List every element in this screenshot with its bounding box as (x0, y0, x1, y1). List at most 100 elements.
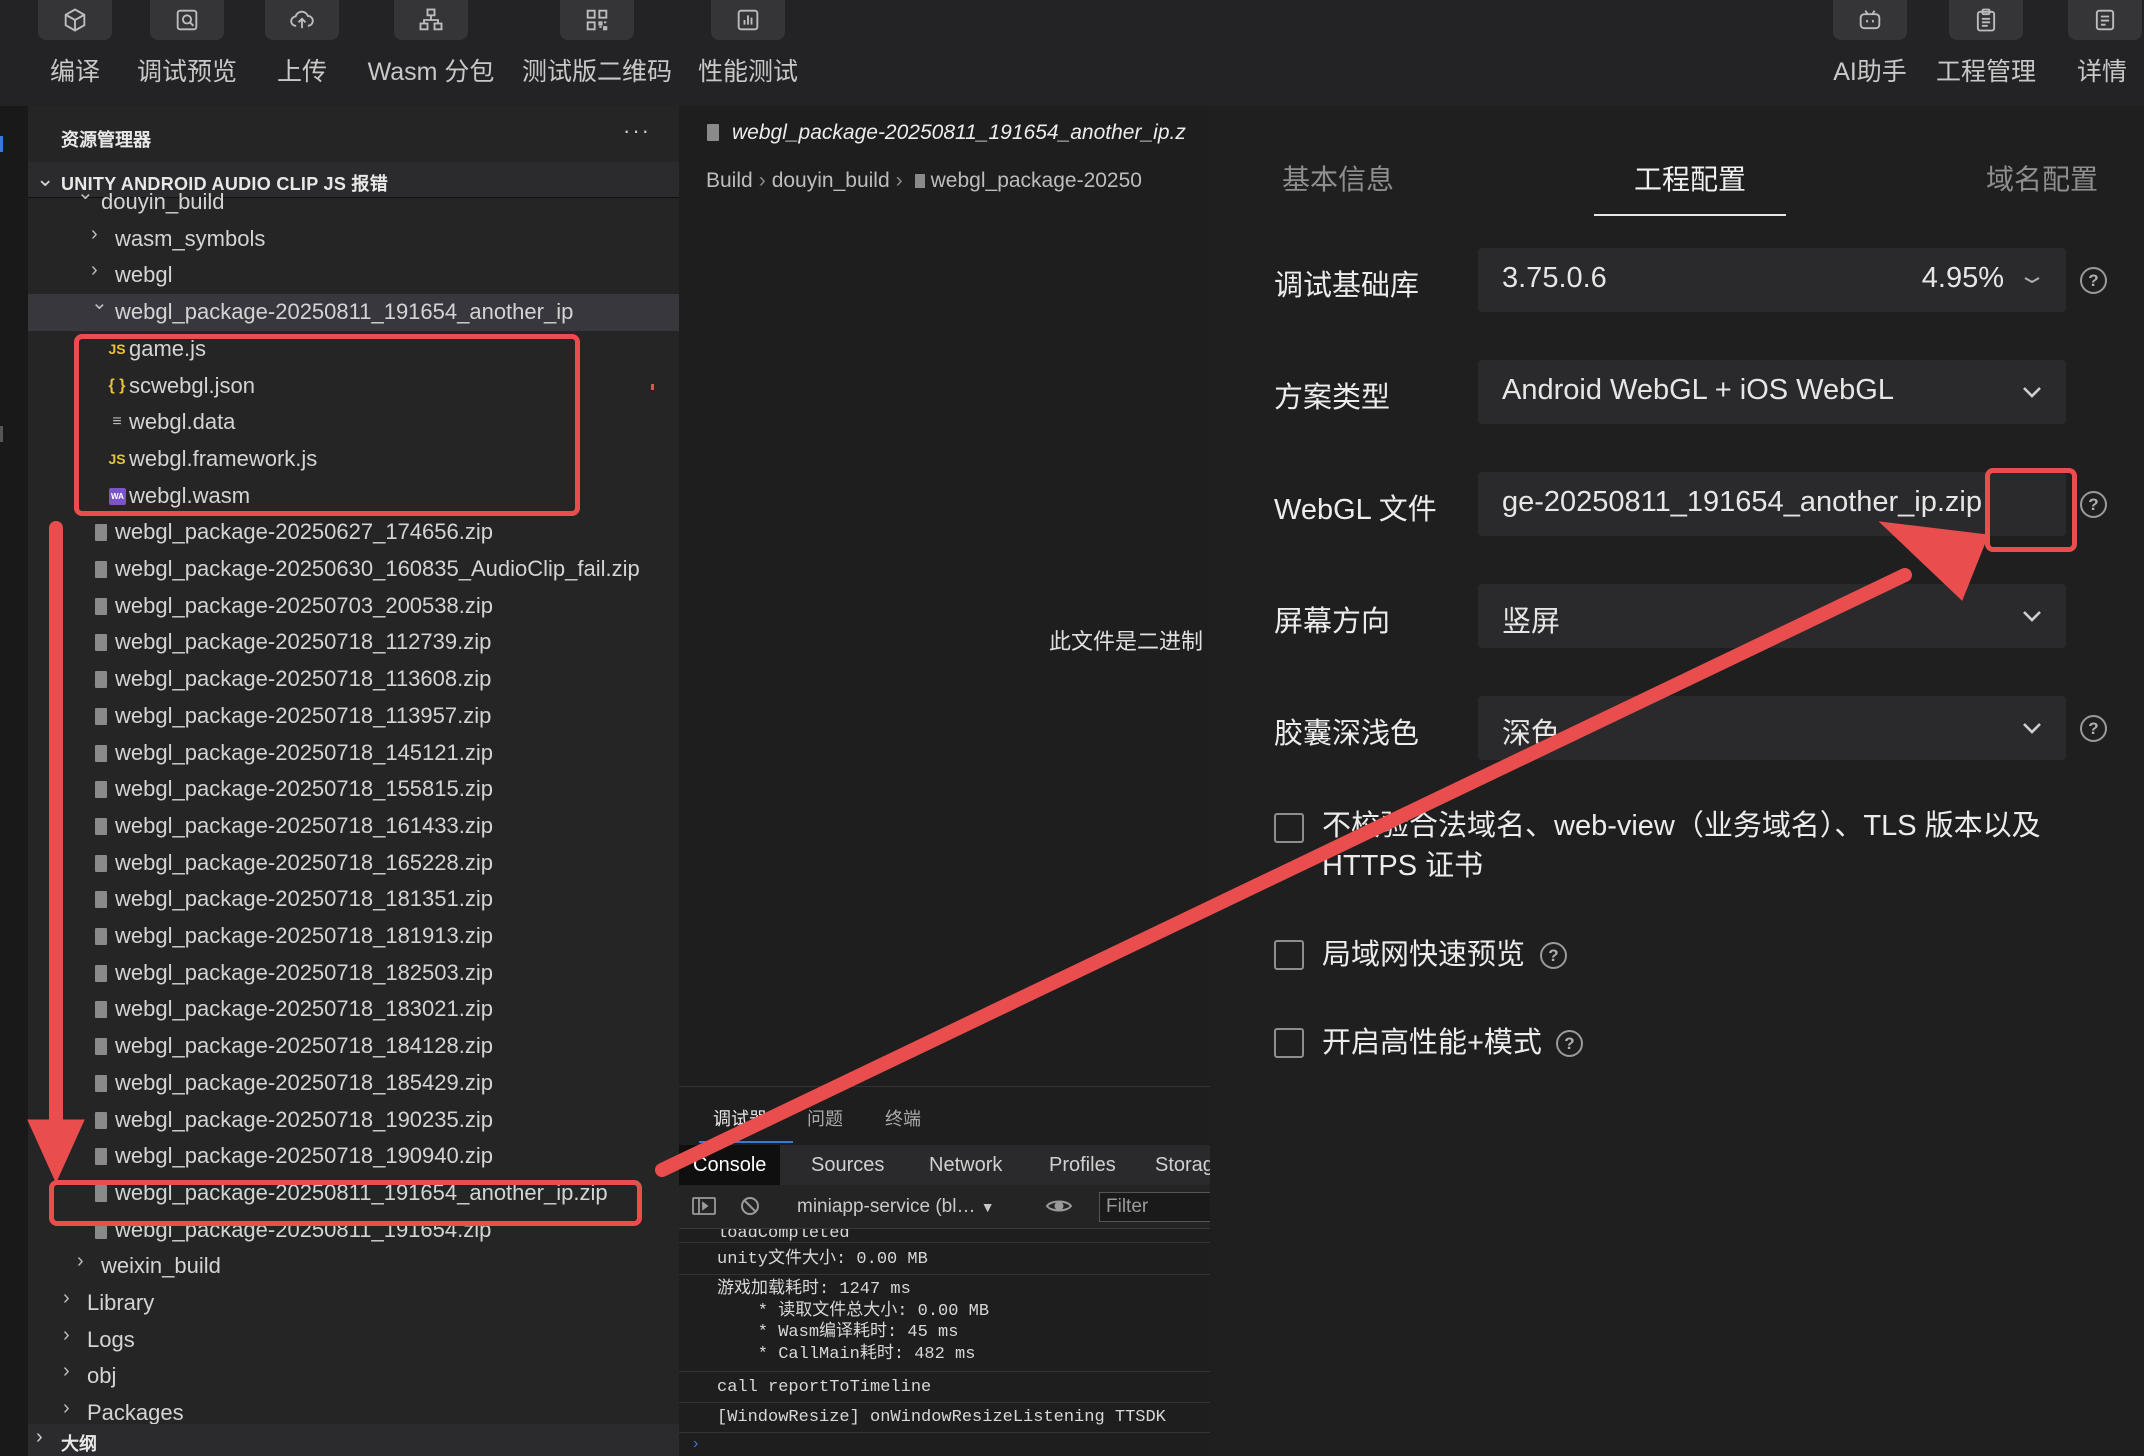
zip-file-icon (95, 744, 107, 762)
no-verify-domain-checkbox[interactable] (1274, 813, 1304, 843)
more-actions-icon[interactable]: ··· (623, 118, 651, 144)
plan-type-select[interactable]: Android WebGL + iOS WebGL (1478, 360, 2066, 424)
tab-domain-config[interactable]: 域名配置 (1986, 158, 2098, 198)
tree-file-item[interactable]: webgl_package-20250718_183021.zip (28, 991, 679, 1028)
console-filter-input[interactable]: Filter (1099, 1192, 1210, 1222)
tree-file-item[interactable]: webgl_package-20250718_165228.zip (28, 845, 679, 882)
tab-network[interactable]: Network (915, 1145, 1016, 1185)
clear-console-icon[interactable] (739, 1195, 761, 1223)
tree-folder-item[interactable]: › webgl (28, 257, 679, 294)
console-toolbar: miniapp-service (bl… ▼ Filter (679, 1185, 1210, 1229)
tree-folder-item[interactable]: › wasm_symbols (28, 221, 679, 258)
tree-folder-item[interactable]: › weixin_build (28, 1248, 679, 1285)
document-icon (2068, 0, 2142, 40)
wasm-split-button[interactable]: Wasm 分包 (356, 0, 506, 106)
performance-test-button[interactable]: 性能测试 (673, 0, 823, 106)
zip-file-icon (95, 964, 107, 982)
upload-button[interactable]: 上传 (227, 0, 377, 106)
qrcode-icon (560, 0, 634, 40)
tree-file-item[interactable]: webgl_package-20250718_145121.zip (28, 735, 679, 772)
webgl-file-field[interactable]: ge-20250811_191654_another_ip.zip (1478, 472, 2066, 536)
chevron-down-icon (2023, 387, 2041, 398)
capsule-color-select[interactable]: 深色 (1478, 696, 2066, 760)
capsule-color-label: 胶囊深浅色 (1274, 718, 1420, 750)
help-icon[interactable]: ? (1556, 1030, 1583, 1057)
context-selector[interactable]: miniapp-service (bl… ▼ (797, 1196, 995, 1218)
zip-file-icon (95, 781, 107, 799)
zip-file-icon (95, 634, 107, 652)
console-log-line: loadCompleted (679, 1229, 1210, 1243)
tab-console[interactable]: Console (679, 1145, 781, 1185)
tree-file-item[interactable]: webgl_package-20250718_161433.zip (28, 808, 679, 845)
tree-folder-item[interactable]: › Library (28, 1285, 679, 1322)
chevron-right-icon: › (63, 1397, 70, 1420)
tree-item-label: webgl_package-20250718_113957.zip (115, 702, 492, 728)
base-library-select[interactable]: 3.75.0.6 4.95% (1478, 248, 2066, 312)
help-icon[interactable]: ? (2080, 715, 2107, 742)
tree-folder-item[interactable]: ⌄ webgl_package-20250811_191654_another_i… (28, 292, 679, 331)
breadcrumb-item[interactable]: Build (706, 169, 753, 192)
breadcrumb-item[interactable]: webgl_package-20250 (931, 169, 1142, 192)
high-performance-checkbox[interactable] (1274, 1028, 1304, 1058)
tab-basic-info[interactable]: 基本信息 (1282, 158, 1394, 198)
help-icon[interactable]: ? (1540, 942, 1567, 969)
tab-problems[interactable]: 问题 (807, 1105, 843, 1131)
chevron-down-icon (2023, 611, 2041, 622)
tree-file-item[interactable]: webgl_package-20250718_181913.zip (28, 918, 679, 955)
help-icon[interactable]: ? (2080, 491, 2107, 518)
breadcrumb: Build › douyin_build › webgl_package-20250 (706, 169, 1142, 193)
tree-file-item[interactable]: webgl_package-20250718_155815.zip (28, 771, 679, 808)
editor-tab[interactable]: webgl_package-20250811_191654_another_ip… (679, 106, 1210, 162)
zip-file-icon (95, 561, 107, 578)
help-icon[interactable]: ? (2080, 267, 2107, 294)
tab-sources[interactable]: Sources (797, 1145, 898, 1185)
tree-file-item[interactable]: webgl_package-20250703_200538.zip (28, 588, 679, 625)
tree-file-item[interactable]: webgl_package-20250630_160835_AudioClip_… (28, 551, 679, 588)
chevron-right-icon: › (91, 259, 98, 282)
tree-file-item[interactable]: webgl_package-20250718_182503.zip (28, 955, 679, 992)
tree-file-item[interactable]: webgl_package-20250718_181351.zip (28, 881, 679, 918)
zip-file-icon (95, 1111, 107, 1129)
console-prompt-icon[interactable]: › (693, 1435, 698, 1453)
sidebar-toggle-icon[interactable] (691, 1195, 717, 1223)
tree-file-item[interactable]: webgl_package-20250718_190940.zip (28, 1138, 679, 1175)
breadcrumb-item[interactable]: douyin_build (772, 169, 890, 192)
lan-preview-checkbox[interactable] (1274, 940, 1304, 970)
activity-bar (0, 106, 28, 1456)
details-button[interactable]: 详情 (2027, 0, 2144, 106)
zip-file-icon (95, 1148, 107, 1166)
tree-folder-item[interactable]: › obj (28, 1358, 679, 1395)
tab-storage[interactable]: Storage (1141, 1145, 1210, 1185)
editor-area: webgl_package-20250811_191654_another_ip… (679, 106, 1210, 1086)
tree-file-item[interactable]: webgl_package-20250718_190235.zip (28, 1102, 679, 1139)
tree-file-item[interactable]: webgl_package-20250718_185429.zip (28, 1065, 679, 1102)
zip-file-icon (95, 891, 107, 909)
tree-folder-item[interactable]: › Logs (28, 1322, 679, 1359)
test-qrcode-button[interactable]: 测试版二维码 (522, 0, 672, 106)
test-qrcode-label: 测试版二维码 (522, 58, 673, 86)
tab-project-config[interactable]: 工程配置 (1634, 158, 1746, 198)
tree-file-item[interactable]: webgl_package-20250718_113608.zip (28, 661, 679, 698)
tree-item-label: webgl_package-20250630_160835_AudioClip_… (115, 556, 640, 581)
tab-debugger[interactable]: 调试器 (713, 1105, 767, 1131)
tree-item-label: webgl_package-20250718_165228.zip (115, 849, 493, 875)
outline-section-header[interactable]: › 大纲 (28, 1424, 679, 1456)
eye-icon[interactable] (1045, 1195, 1073, 1223)
chevron-right-icon: › (758, 169, 766, 192)
tab-profiles[interactable]: Profiles (1035, 1145, 1130, 1185)
tree-item-label: Library (87, 1290, 155, 1315)
tree-item-label: webgl_package-20250718_113608.zip (115, 666, 492, 692)
tree-item-label: obj (87, 1363, 117, 1389)
screen-orientation-select[interactable]: 竖屏 (1478, 584, 2066, 648)
tab-terminal[interactable]: 终端 (885, 1105, 921, 1131)
tree-file-item[interactable]: webgl_package-20250718_112739.zip (28, 624, 679, 661)
no-verify-domain-label: 不校验合法域名、web-view（业务域名）、TLS 版本以及 HTTPS 证书 (1322, 810, 2041, 882)
console-log-line: [WindowResize] onWindowResizeListening T… (679, 1403, 1210, 1433)
top-toolbar: 编译 调试预览 上传 Wasm 分包 测试版二维码 性能测试 AI助手 工程管理… (0, 0, 2144, 106)
tree-file-item[interactable]: webgl_package-20250718_113957.zip (28, 698, 679, 735)
tree-file-item[interactable]: webgl_package-20250627_174656.zip (28, 514, 679, 551)
zip-file-icon (95, 524, 107, 542)
chevron-down-icon: ⌄ (77, 182, 94, 204)
tree-file-item[interactable]: webgl_package-20250718_184128.zip (28, 1028, 679, 1065)
tree-folder-item[interactable]: ⌄ douyin_build (28, 182, 679, 221)
